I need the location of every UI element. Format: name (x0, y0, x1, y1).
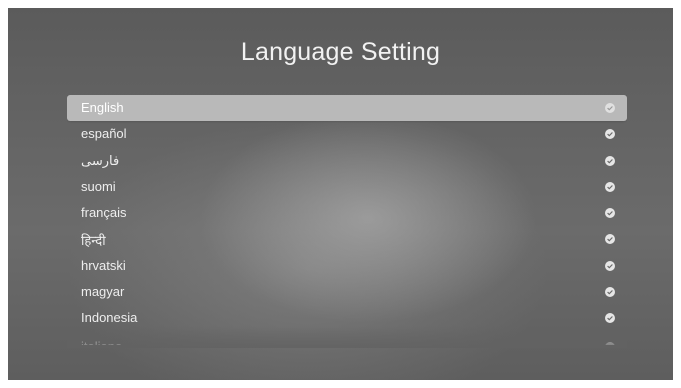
language-list[interactable]: English español فارسی suomi français हिन… (67, 95, 627, 345)
check-circle-icon (605, 129, 615, 140)
language-item-espanol[interactable]: español (67, 121, 627, 147)
page-title: Language Setting (240, 38, 441, 66)
language-label: Indonesia (81, 310, 138, 326)
language-item-magyar[interactable]: magyar (67, 279, 627, 305)
check-circle-icon (605, 155, 615, 166)
check-circle-icon (605, 103, 615, 113)
language-item-suomi[interactable]: suomi (67, 174, 627, 200)
language-item-english[interactable]: English (67, 95, 627, 121)
language-label: suomi (81, 178, 116, 194)
language-item-hrvatski[interactable]: hrvatski (67, 253, 627, 279)
check-circle-icon (605, 208, 615, 219)
language-label: magyar (81, 284, 125, 300)
language-label: español (81, 126, 127, 142)
check-circle-icon (605, 313, 615, 324)
language-label: hrvatski (81, 257, 126, 273)
check-circle-icon (605, 181, 615, 192)
check-circle-icon (605, 287, 615, 298)
language-label: فارسی (81, 152, 120, 168)
language-label: français (81, 205, 127, 221)
language-item-francais[interactable]: français (67, 200, 627, 226)
language-label: English (81, 100, 124, 115)
language-label: हिन्दी (81, 233, 106, 249)
language-item-farsi[interactable]: فارسی (67, 148, 627, 174)
language-setting-screen: Language Setting English español فارسی s… (8, 8, 673, 380)
check-circle-icon (605, 260, 615, 271)
check-circle-icon (605, 234, 615, 245)
language-item-hindi[interactable]: हिन्दी (67, 226, 627, 252)
list-bottom-fade (67, 326, 627, 348)
